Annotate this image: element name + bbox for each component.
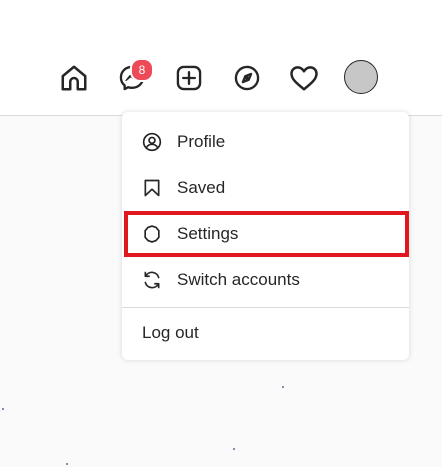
menu-item-label: Settings — [177, 224, 239, 243]
messenger-icon[interactable]: 8 — [116, 58, 154, 94]
background-speck — [282, 386, 284, 388]
menu-item-label: Switch accounts — [177, 270, 300, 289]
background-speck — [2, 408, 4, 410]
activity-heart-icon[interactable] — [288, 62, 320, 94]
top-navigation-bar: 8 — [0, 0, 442, 116]
background-speck — [66, 463, 68, 465]
settings-gear-icon — [142, 224, 162, 244]
menu-item-label: Saved — [177, 178, 226, 197]
switch-accounts-icon — [142, 270, 162, 290]
profile-avatar[interactable] — [344, 60, 378, 94]
background-speck — [233, 448, 235, 450]
menu-item-profile[interactable]: Profile — [122, 119, 409, 165]
menu-item-saved[interactable]: Saved — [122, 165, 409, 211]
profile-icon — [142, 132, 162, 152]
log-out-label: Log out — [142, 323, 199, 342]
new-post-icon[interactable] — [173, 62, 205, 94]
menu-item-switch-accounts[interactable]: Switch accounts — [122, 257, 409, 303]
menu-item-settings[interactable]: Settings — [124, 211, 409, 257]
profile-dropdown-menu: Profile Saved Settings Switch accounts L… — [122, 112, 409, 360]
menu-divider — [122, 307, 409, 308]
log-out-button[interactable]: Log out — [122, 310, 409, 356]
notification-badge: 8 — [130, 58, 154, 82]
home-icon[interactable] — [58, 62, 90, 94]
bookmark-icon — [142, 178, 162, 198]
explore-icon[interactable] — [231, 62, 263, 94]
menu-item-label: Profile — [177, 132, 226, 151]
